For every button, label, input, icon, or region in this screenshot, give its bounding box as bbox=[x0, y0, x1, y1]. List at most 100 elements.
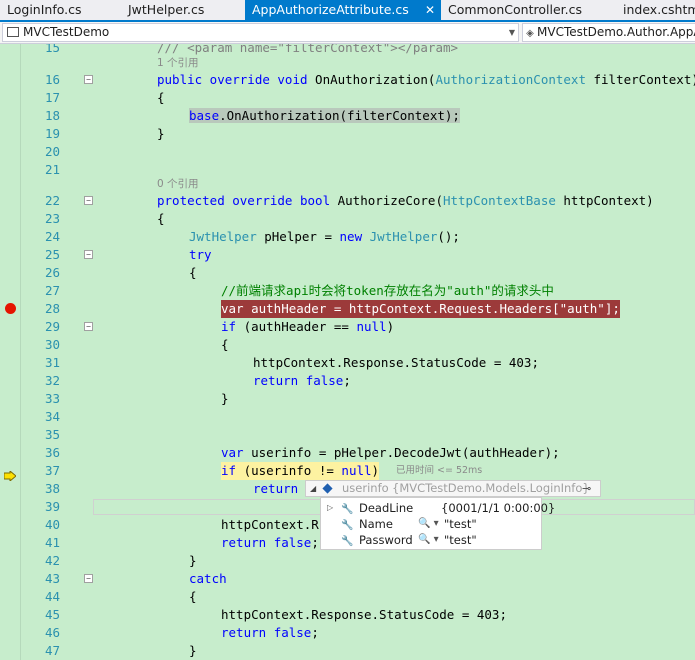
text-visualizer-icon[interactable]: 🔍 ▾ bbox=[418, 532, 439, 548]
line-number: 23 bbox=[44, 211, 60, 226]
datatip-header[interactable]: ◢ userinfo {MVCTestDemo.Models.LoginInfo… bbox=[305, 480, 601, 497]
code-line: 37 if (userinfo != null) 已用时间 <= 52ms bbox=[0, 462, 695, 483]
code-line: 31 httpContext.Response.StatusCode = 403… bbox=[0, 354, 695, 372]
line-number: 45 bbox=[44, 607, 60, 622]
code-line: 44 { bbox=[0, 588, 695, 606]
text-visualizer-icon[interactable]: 🔍 ▾ bbox=[418, 516, 439, 532]
line-number: 42 bbox=[44, 553, 60, 568]
line-number: 47 bbox=[44, 643, 60, 658]
property-icon: 🔧 bbox=[341, 536, 354, 547]
tab-index-cshtml[interactable]: index.cshtml bbox=[616, 0, 695, 20]
perftip[interactable]: 已用时间 <= 52ms bbox=[396, 462, 482, 480]
code-token: if bbox=[221, 319, 237, 334]
document-tab-bar: LoginInfo.cs JwtHelper.cs AppAuthorizeAt… bbox=[0, 0, 695, 22]
code-token: public override void bbox=[157, 72, 316, 87]
code-text: { bbox=[157, 90, 165, 105]
code-token: JwtHelper bbox=[369, 229, 438, 244]
line-number: 25 bbox=[44, 247, 60, 262]
line-number: 16 bbox=[44, 72, 60, 87]
collapse-icon[interactable]: − bbox=[84, 75, 93, 84]
line-number: 32 bbox=[44, 373, 60, 388]
line-number: 37 bbox=[44, 463, 60, 478]
references-codelens[interactable]: 1 个引用 bbox=[157, 55, 199, 71]
datatip-member-row[interactable]: 🔧 Password 🔍 ▾ "test" bbox=[321, 532, 541, 548]
codelens-row: 0 个引用 bbox=[0, 176, 695, 192]
code-line: 46 return false; bbox=[0, 624, 695, 642]
tab-commoncontroller[interactable]: CommonController.cs bbox=[441, 0, 616, 20]
code-line: 47 } bbox=[0, 642, 695, 660]
code-token: authHeader = httpContext.Request.Headers… bbox=[243, 301, 560, 316]
code-line: 35 bbox=[0, 426, 695, 444]
code-token: new bbox=[339, 229, 370, 244]
project-dropdown[interactable]: MVCTestDemo ▼ bbox=[2, 23, 519, 42]
line-number: 46 bbox=[44, 625, 60, 640]
line-number: 38 bbox=[44, 481, 60, 496]
line-number: 40 bbox=[44, 517, 60, 532]
code-text: httpContext.Response.StatusCode = 403; bbox=[253, 355, 539, 370]
tab-appauthorizeattribute[interactable]: AppAuthorizeAttribute.cs ✕ bbox=[245, 0, 441, 20]
line-number: 26 bbox=[44, 265, 60, 280]
datatip-member-row[interactable]: ▷ 🔧 DeadLine {0001/1/1 0:00:00} bbox=[321, 500, 555, 516]
code-token: filterContext) bbox=[585, 72, 695, 87]
pin-icon[interactable]: ⊸ bbox=[582, 481, 591, 496]
collapse-icon[interactable]: − bbox=[84, 250, 93, 259]
collapse-icon[interactable]: − bbox=[84, 196, 93, 205]
tab-jwthelper[interactable]: JwtHelper.cs bbox=[121, 0, 245, 20]
code-token: return bbox=[221, 535, 274, 550]
breakpoint-icon[interactable] bbox=[5, 303, 16, 314]
code-token: HttpContextBase bbox=[442, 193, 556, 208]
collapse-arrow-icon[interactable]: ◢ bbox=[310, 481, 316, 496]
code-line: 28 var authHeader = httpContext.Request.… bbox=[0, 300, 695, 318]
line-number: 19 bbox=[44, 126, 60, 141]
code-text: { bbox=[157, 211, 165, 226]
code-text: } bbox=[221, 391, 229, 406]
code-line: 29 − if (authHeader == null) bbox=[0, 318, 695, 336]
line-number: 28 bbox=[44, 301, 60, 316]
code-token: AuthorizationContext bbox=[435, 72, 586, 87]
code-token: ; bbox=[311, 535, 319, 550]
code-token: base bbox=[189, 108, 220, 123]
line-number: 44 bbox=[44, 589, 60, 604]
close-tab-icon[interactable]: ✕ bbox=[425, 0, 435, 20]
datatip-member-row[interactable]: 🔧 Name 🔍 ▾ "test" bbox=[321, 516, 541, 532]
code-editor[interactable]: 15 /// <param name="filterContext"></par… bbox=[0, 44, 695, 660]
code-text: return bbox=[253, 481, 299, 496]
code-line: 19 } bbox=[0, 125, 695, 143]
code-token: null bbox=[341, 463, 372, 478]
code-text: } bbox=[189, 553, 197, 568]
code-token: (); bbox=[437, 229, 460, 244]
code-line: 17 { bbox=[0, 89, 695, 107]
code-token: "auth" bbox=[559, 301, 605, 316]
line-number: 35 bbox=[44, 427, 60, 442]
code-line: 20 bbox=[0, 143, 695, 161]
code-comment: //前端请求api时会将token存放在名为"auth"的请求头中 bbox=[221, 283, 554, 298]
code-token: AuthorizeCore( bbox=[337, 193, 443, 208]
code-text: { bbox=[189, 265, 197, 280]
member-name: Password bbox=[359, 533, 413, 547]
tab-logininfo[interactable]: LoginInfo.cs bbox=[0, 0, 118, 20]
code-token: OnAuthorization( bbox=[315, 72, 436, 87]
code-token: protected override bool bbox=[157, 193, 338, 208]
code-token: userinfo = pHelper.DecodeJwt(authHeader)… bbox=[243, 445, 560, 460]
references-codelens[interactable]: 0 个引用 bbox=[157, 176, 199, 192]
line-number: 24 bbox=[44, 229, 60, 244]
expand-icon[interactable]: ▷ bbox=[327, 500, 333, 516]
code-line: 23 { bbox=[0, 210, 695, 228]
collapse-icon[interactable]: − bbox=[84, 322, 93, 331]
type-label: MVCTestDemo.Author.AppAuthorizeAttribute bbox=[537, 25, 695, 39]
code-token: JwtHelper bbox=[189, 229, 257, 244]
type-dropdown[interactable]: ◈MVCTestDemo.Author.AppAuthorizeAttribut… bbox=[522, 23, 695, 42]
project-label: MVCTestDemo bbox=[23, 25, 110, 39]
code-line: 27 //前端请求api时会将token存放在名为"auth"的请求头中 bbox=[0, 282, 695, 300]
member-value: {0001/1/1 0:00:00} bbox=[441, 501, 556, 515]
code-text: { bbox=[189, 589, 197, 604]
datatip-value: {MVCTestDemo.Models.LoginInfo} bbox=[392, 481, 590, 495]
collapse-icon[interactable]: − bbox=[84, 574, 93, 583]
codelens-row: 1 个引用 bbox=[0, 55, 695, 71]
line-number: 39 bbox=[44, 499, 60, 514]
code-token: false bbox=[305, 373, 344, 388]
code-text: httpContext.R bbox=[221, 517, 319, 532]
code-line: 33 } bbox=[0, 390, 695, 408]
instruction-pointer-icon bbox=[3, 466, 17, 483]
navigation-bar: MVCTestDemo ▼ ◈MVCTestDemo.Author.AppAut… bbox=[0, 22, 695, 44]
